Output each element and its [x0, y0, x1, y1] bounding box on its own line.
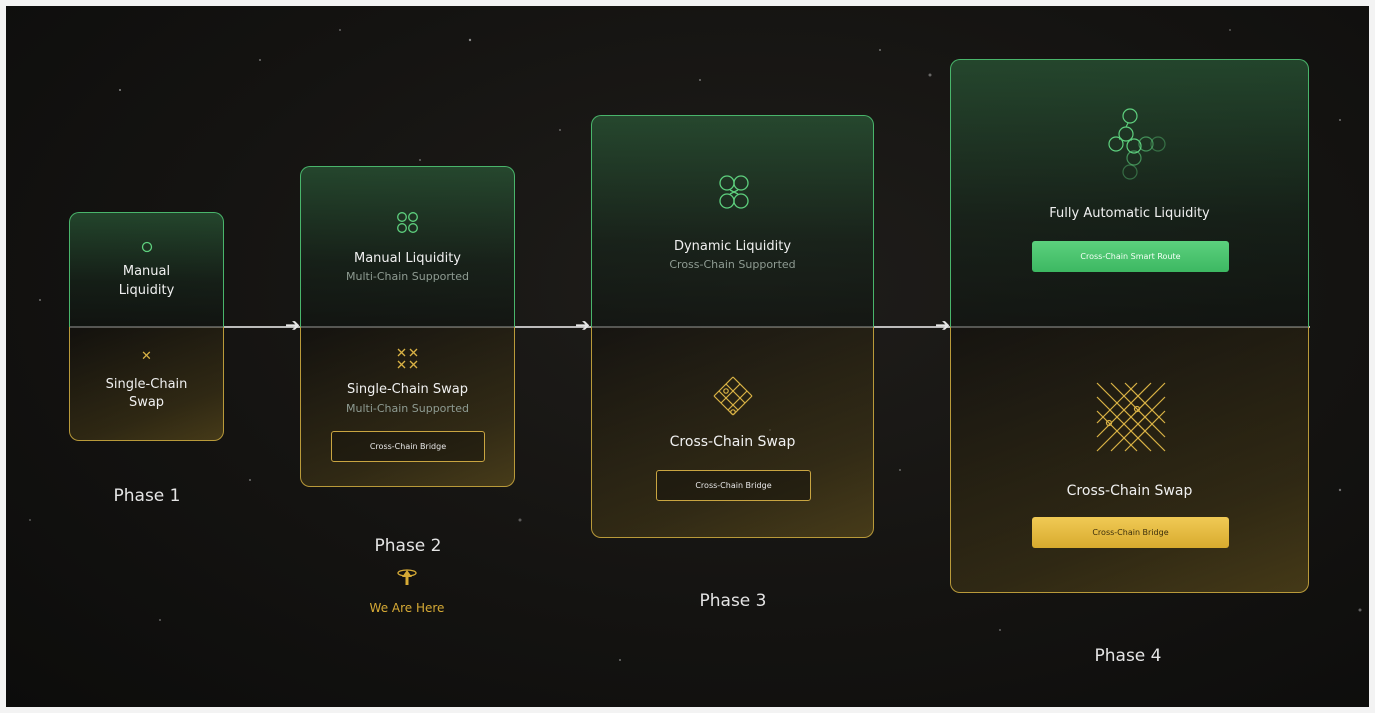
- single-circle-icon: [141, 241, 153, 253]
- swap-subtitle: Multi-Chain Supported: [345, 402, 469, 415]
- liquidity-panel: Manual Liquidity: [69, 212, 224, 327]
- liquidity-panel: Fully Automatic Liquidity Cross-Chain Sm…: [950, 59, 1309, 327]
- diamond-lattice-icon: [713, 376, 753, 416]
- swap-panel: Cross-Chain Swap Cross-Chain Bridge: [950, 327, 1309, 593]
- single-x-icon: ✕: [141, 349, 152, 364]
- liquidity-title-line-2: Liquidity: [118, 283, 175, 298]
- liquidity-subtitle: Multi-Chain Supported: [345, 270, 469, 283]
- location-arrow-icon: [397, 569, 417, 585]
- four-circles-icon: [397, 212, 418, 233]
- dense-lattice-icon: [1096, 382, 1166, 452]
- swap-panel: Cross-Chain Swap Cross-Chain Bridge: [591, 327, 874, 538]
- cross-chain-bridge-button[interactable]: Cross-Chain Bridge: [1032, 517, 1229, 548]
- cross-chain-bridge-button[interactable]: Cross-Chain Bridge: [656, 470, 811, 501]
- phase-3-card: Dynamic Liquidity Cross-Chain Supported …: [591, 115, 874, 538]
- liquidity-title-line-1: Manual: [122, 264, 171, 279]
- arrow-right-icon: ➔: [575, 315, 591, 336]
- phase-4-card: Fully Automatic Liquidity Cross-Chain Sm…: [950, 59, 1309, 593]
- liquidity-title: Fully Automatic Liquidity: [1049, 206, 1210, 221]
- swap-title: Single-Chain Swap: [346, 382, 469, 397]
- cross-chain-smart-route-button[interactable]: Cross-Chain Smart Route: [1032, 241, 1229, 272]
- we-are-here-label: We Are Here: [369, 601, 445, 615]
- phase-1-card: Manual Liquidity ✕ Single-Chain Swap: [69, 212, 224, 441]
- swap-title-line-2: Swap: [128, 395, 165, 410]
- liquidity-subtitle: Cross-Chain Supported: [669, 258, 796, 271]
- phase-4-label: Phase 4: [1094, 646, 1162, 666]
- phase-1-label: Phase 1: [113, 486, 181, 506]
- four-x-icon: [397, 348, 418, 369]
- liquidity-panel: Dynamic Liquidity Cross-Chain Supported: [591, 115, 874, 327]
- liquidity-panel: Manual Liquidity Multi-Chain Supported: [300, 166, 515, 327]
- liquidity-title: Manual Liquidity: [354, 251, 461, 266]
- swap-title: Cross-Chain Swap: [669, 434, 796, 450]
- phase-2-label: Phase 2: [374, 536, 442, 556]
- swap-panel: Single-Chain Swap Multi-Chain Supported …: [300, 327, 515, 487]
- arrow-right-icon: ➔: [935, 315, 951, 336]
- phase-3-label: Phase 3: [699, 591, 767, 611]
- circle-network-icon: [1108, 108, 1166, 180]
- liquidity-title: Dynamic Liquidity: [673, 239, 792, 254]
- swap-title-line-1: Single-Chain: [105, 377, 188, 392]
- swap-title: Cross-Chain Swap: [1066, 483, 1193, 499]
- phase-2-card: Manual Liquidity Multi-Chain Supported S…: [300, 166, 515, 487]
- linked-circles-icon: [719, 175, 749, 209]
- cross-chain-bridge-button[interactable]: Cross-Chain Bridge: [331, 431, 485, 462]
- arrow-right-icon: ➔: [285, 315, 301, 336]
- swap-panel: ✕ Single-Chain Swap: [69, 327, 224, 441]
